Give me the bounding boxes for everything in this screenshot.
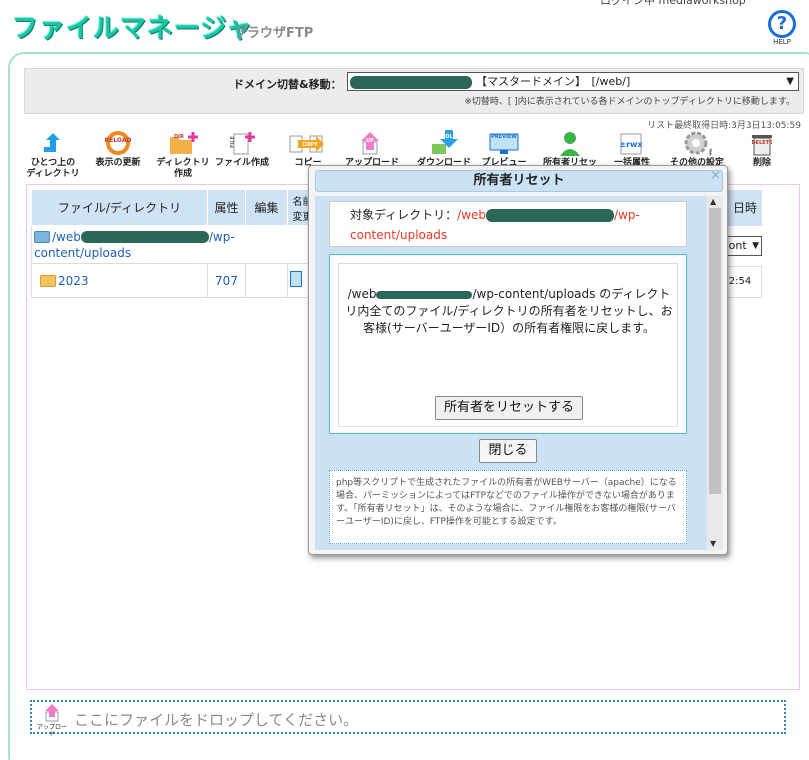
current-dir-prefix[interactable]: /web	[52, 230, 81, 244]
svg-text:±rwx: ±rwx	[619, 140, 643, 149]
upload-icon: UP	[361, 132, 379, 155]
close-dialog-button[interactable]: 閉じる	[479, 439, 537, 463]
column-header-date[interactable]: 日時	[728, 190, 762, 226]
upload-arrow-icon	[45, 704, 59, 722]
domain-label: ドメイン切替&移動：	[233, 78, 342, 91]
redacted-domain	[350, 75, 472, 89]
chevron-down-icon: ▼	[752, 241, 759, 251]
owner-reset-dialog: 所有者リセット × 対象ディレクトリ：/web/wp-content/uploa…	[308, 165, 728, 555]
download-button[interactable]: DL ダウンロード	[416, 130, 472, 169]
file-table: ファイル/ディレクトリ 属性 編集 名前変更 /web/wp-content/u…	[31, 189, 318, 298]
dialog-body: 対象ディレクトリ：/web/wp-content/uploads /web/wp…	[315, 196, 707, 550]
svg-text:UP: UP	[366, 138, 374, 144]
arrow-up-icon	[44, 133, 60, 152]
new-directory-label: ディレクトリ作成	[156, 158, 210, 179]
up-directory-button[interactable]: ひとつ上の ディレクトリ	[24, 130, 82, 180]
redacted-domain	[376, 290, 473, 299]
reload-icon: RELOAD	[105, 131, 132, 155]
help-label: HELP	[773, 38, 791, 46]
up-directory-label: ひとつ上の	[30, 158, 76, 168]
domain-selected-value: 【マスタードメイン】 [/web/]	[476, 75, 631, 88]
permission-icon: ±rwx	[619, 133, 643, 155]
file-name-link[interactable]: 2023	[58, 274, 89, 288]
column-header-perm[interactable]: 属性	[207, 189, 246, 226]
confirmation-message: /web/wp-content/uploads のディレクトリ内全てのファイル/…	[345, 286, 673, 337]
file-permission-link[interactable]: 707	[207, 263, 246, 298]
drop-zone-text: ここにファイルをドロップしてください。	[74, 711, 359, 729]
current-directory-row: /web/wp-content/uploads	[31, 225, 318, 264]
new-file-icon: FILE	[230, 132, 255, 155]
domain-bar: ドメイン切替&移動： 【マスタードメイン】 [/web/] ▼ ※切替時、[ ]…	[24, 68, 804, 114]
delete-label: 削除	[752, 158, 771, 168]
trash-icon: DELETE	[752, 135, 774, 156]
target-directory-box: 対象ディレクトリ：/web/wp-content/uploads	[329, 201, 687, 247]
close-icon[interactable]: ×	[710, 168, 721, 183]
table-header-row: ファイル/ディレクトリ 属性 編集 名前変更	[31, 189, 318, 226]
copy-icon: COPY	[289, 135, 324, 153]
new-folder-icon: DIR	[170, 132, 198, 154]
rename-icon[interactable]	[290, 271, 302, 287]
column-header-edit: 編集	[245, 189, 288, 226]
target-directory-label: 対象ディレクトリ：	[350, 208, 458, 222]
preview-button[interactable]: PREVIEW プレビュー	[476, 130, 532, 169]
folder-open-icon	[34, 231, 50, 243]
dialog-scrollbar[interactable]: ▲ ▼	[707, 196, 723, 550]
logged-in-user: ログイン中 mediaworkshop	[600, 0, 746, 7]
scroll-up-icon[interactable]: ▲	[710, 197, 716, 206]
new-file-button[interactable]: FILE ファイル作成	[214, 130, 270, 169]
upload-icon-label: アップロード	[36, 724, 67, 738]
target-path-prefix: /web	[457, 208, 487, 222]
gear-icon: β	[684, 131, 712, 156]
svg-text:DIR: DIR	[174, 134, 184, 140]
settings-button[interactable]: β その他の設定	[666, 130, 728, 169]
new-file-label: ファイル作成	[214, 158, 269, 168]
svg-text:FILE: FILE	[230, 136, 236, 148]
svg-text:PREVIEW: PREVIEW	[491, 134, 517, 140]
table-row[interactable]: 2023 707	[31, 263, 318, 298]
message-path-prefix: /web	[347, 287, 377, 301]
reload-button[interactable]: RELOAD 表示の更新	[86, 130, 150, 169]
column-header-name[interactable]: ファイル/ディレクトリ	[31, 189, 208, 226]
user-icon	[560, 132, 580, 156]
up-directory-label-2: ディレクトリ	[26, 169, 80, 179]
svg-text:RELOAD: RELOAD	[105, 137, 132, 144]
dialog-title: 所有者リセット	[315, 170, 723, 192]
upload-button[interactable]: UP アップロード	[344, 130, 400, 169]
svg-text:DL: DL	[445, 134, 453, 140]
file-drop-zone[interactable]: アップロード ここにファイルをドロップしてください。	[30, 700, 786, 738]
reload-label: 表示の更新	[95, 158, 141, 168]
help-button[interactable]: ? HELP	[764, 10, 800, 46]
reset-owner-button[interactable]: 所有者をリセットする	[435, 396, 583, 420]
file-edit-cell	[245, 263, 288, 298]
scroll-thumb[interactable]	[709, 208, 721, 494]
help-icon: ?	[768, 10, 796, 38]
folder-icon	[40, 275, 56, 287]
scroll-down-icon[interactable]: ▼	[710, 539, 716, 548]
domain-note: ※切替時、[ ]内に表示されている各ドメインのトップディレクトリに移動します。	[464, 97, 795, 107]
delete-button[interactable]: DELETE 削除	[734, 130, 790, 169]
domain-select[interactable]: 【マスタードメイン】 [/web/] ▼	[347, 72, 799, 91]
bulk-permission-button[interactable]: ±rwx 一括属性	[606, 130, 658, 169]
info-note: php等スクリプトで生成されたファイルの所有者がWEBサーバー（apache）に…	[329, 470, 687, 544]
svg-text:β: β	[709, 148, 712, 156]
download-icon: DL	[432, 130, 458, 154]
svg-text:COPY: COPY	[302, 142, 318, 148]
redacted-domain	[80, 231, 209, 243]
app-subtitle: ブラウザFTP	[234, 26, 314, 41]
redacted-domain	[486, 209, 615, 222]
confirmation-panel: /web/wp-content/uploads のディレクトリ内全てのファイル/…	[329, 254, 687, 434]
copy-button[interactable]: COPY コピー	[280, 130, 336, 169]
upload-icon: アップロード	[36, 704, 68, 738]
monitor-icon: PREVIEW	[489, 133, 519, 154]
new-directory-button[interactable]: DIR ディレクトリ作成	[152, 130, 214, 180]
svg-text:DELETE: DELETE	[752, 140, 774, 146]
chevron-down-icon: ▼	[786, 76, 794, 87]
app-logo: ファイルマネージャ	[12, 14, 254, 44]
